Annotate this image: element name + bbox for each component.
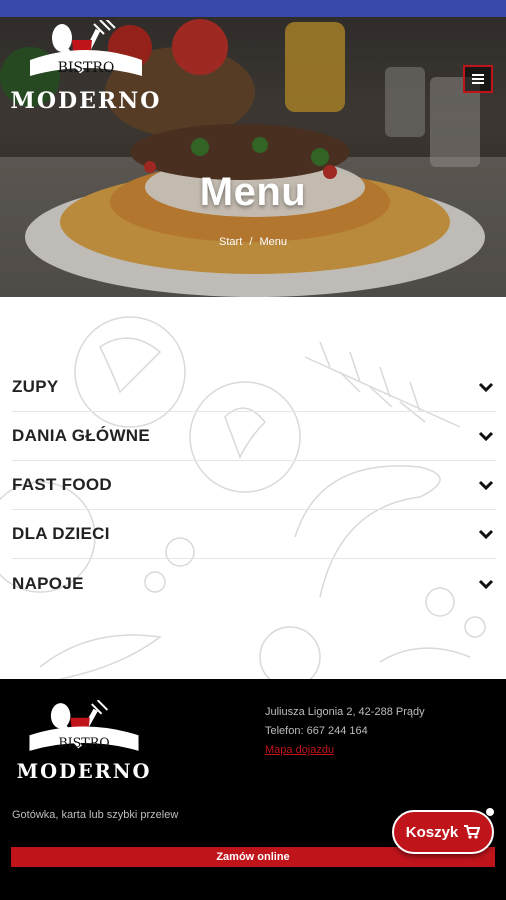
chevron-down-icon <box>476 426 496 446</box>
menu-content: ZUPY DANIA GŁÓWNE FAST FOOD DLA DZIECI N… <box>0 297 506 679</box>
cart-label: Koszyk <box>405 823 459 841</box>
category-dla-dzieci[interactable]: DLA DZIECI <box>12 510 496 559</box>
breadcrumb-home-link[interactable]: Start <box>219 236 242 248</box>
breadcrumb-current: Menu <box>259 236 287 248</box>
category-label: DANIA GŁÓWNE <box>12 426 151 445</box>
menu-toggle-button[interactable] <box>463 65 493 93</box>
logo-moderno-text: MODERNO <box>17 760 152 783</box>
address-text: Juliusza Ligonia 2, 42-288 Prądy <box>265 706 425 718</box>
logo-bistro-text: BISTRO <box>58 735 109 750</box>
category-label: ZUPY <box>12 377 59 396</box>
payment-methods-text: Gotówka, karta lub szybki przelew <box>12 809 179 821</box>
chevron-down-icon <box>476 524 496 544</box>
category-label: DLA DZIECI <box>12 524 110 543</box>
chevron-down-icon <box>476 475 496 495</box>
bistro-moderno-logo[interactable]: BISTRO MODERNO <box>10 20 162 130</box>
map-link[interactable]: Mapa dojazdu <box>265 741 425 760</box>
contact-info: Juliusza Ligonia 2, 42-288 Prądy Telefon… <box>265 703 425 760</box>
page-title: Menu <box>199 170 307 214</box>
menu-category-list: ZUPY DANIA GŁÓWNE FAST FOOD DLA DZIECI N… <box>12 363 496 608</box>
category-zupy[interactable]: ZUPY <box>12 363 496 412</box>
category-fast-food[interactable]: FAST FOOD <box>12 461 496 510</box>
category-label: NAPOJE <box>12 573 84 593</box>
category-dania-glowne[interactable]: DANIA GŁÓWNE <box>12 412 496 461</box>
scroll-indicator <box>486 808 494 816</box>
breadcrumb-separator: / <box>249 236 253 248</box>
category-napoje[interactable]: NAPOJE <box>12 559 496 608</box>
breadcrumb: Start / Menu <box>0 236 506 248</box>
cart-button[interactable]: Koszyk <box>392 810 494 854</box>
cart-icon <box>464 825 481 839</box>
footer-logo[interactable]: BISTRO MODERNO <box>10 700 158 790</box>
logo-bistro-text: BISTRO <box>58 60 115 76</box>
chevron-down-icon <box>476 377 496 397</box>
logo-moderno-text: MODERNO <box>11 88 162 114</box>
hamburger-icon <box>472 74 484 84</box>
status-bar <box>0 0 506 17</box>
phone-text[interactable]: Telefon: 667 244 164 <box>265 722 425 741</box>
chevron-down-icon <box>476 574 496 594</box>
category-label: FAST FOOD <box>12 475 112 494</box>
